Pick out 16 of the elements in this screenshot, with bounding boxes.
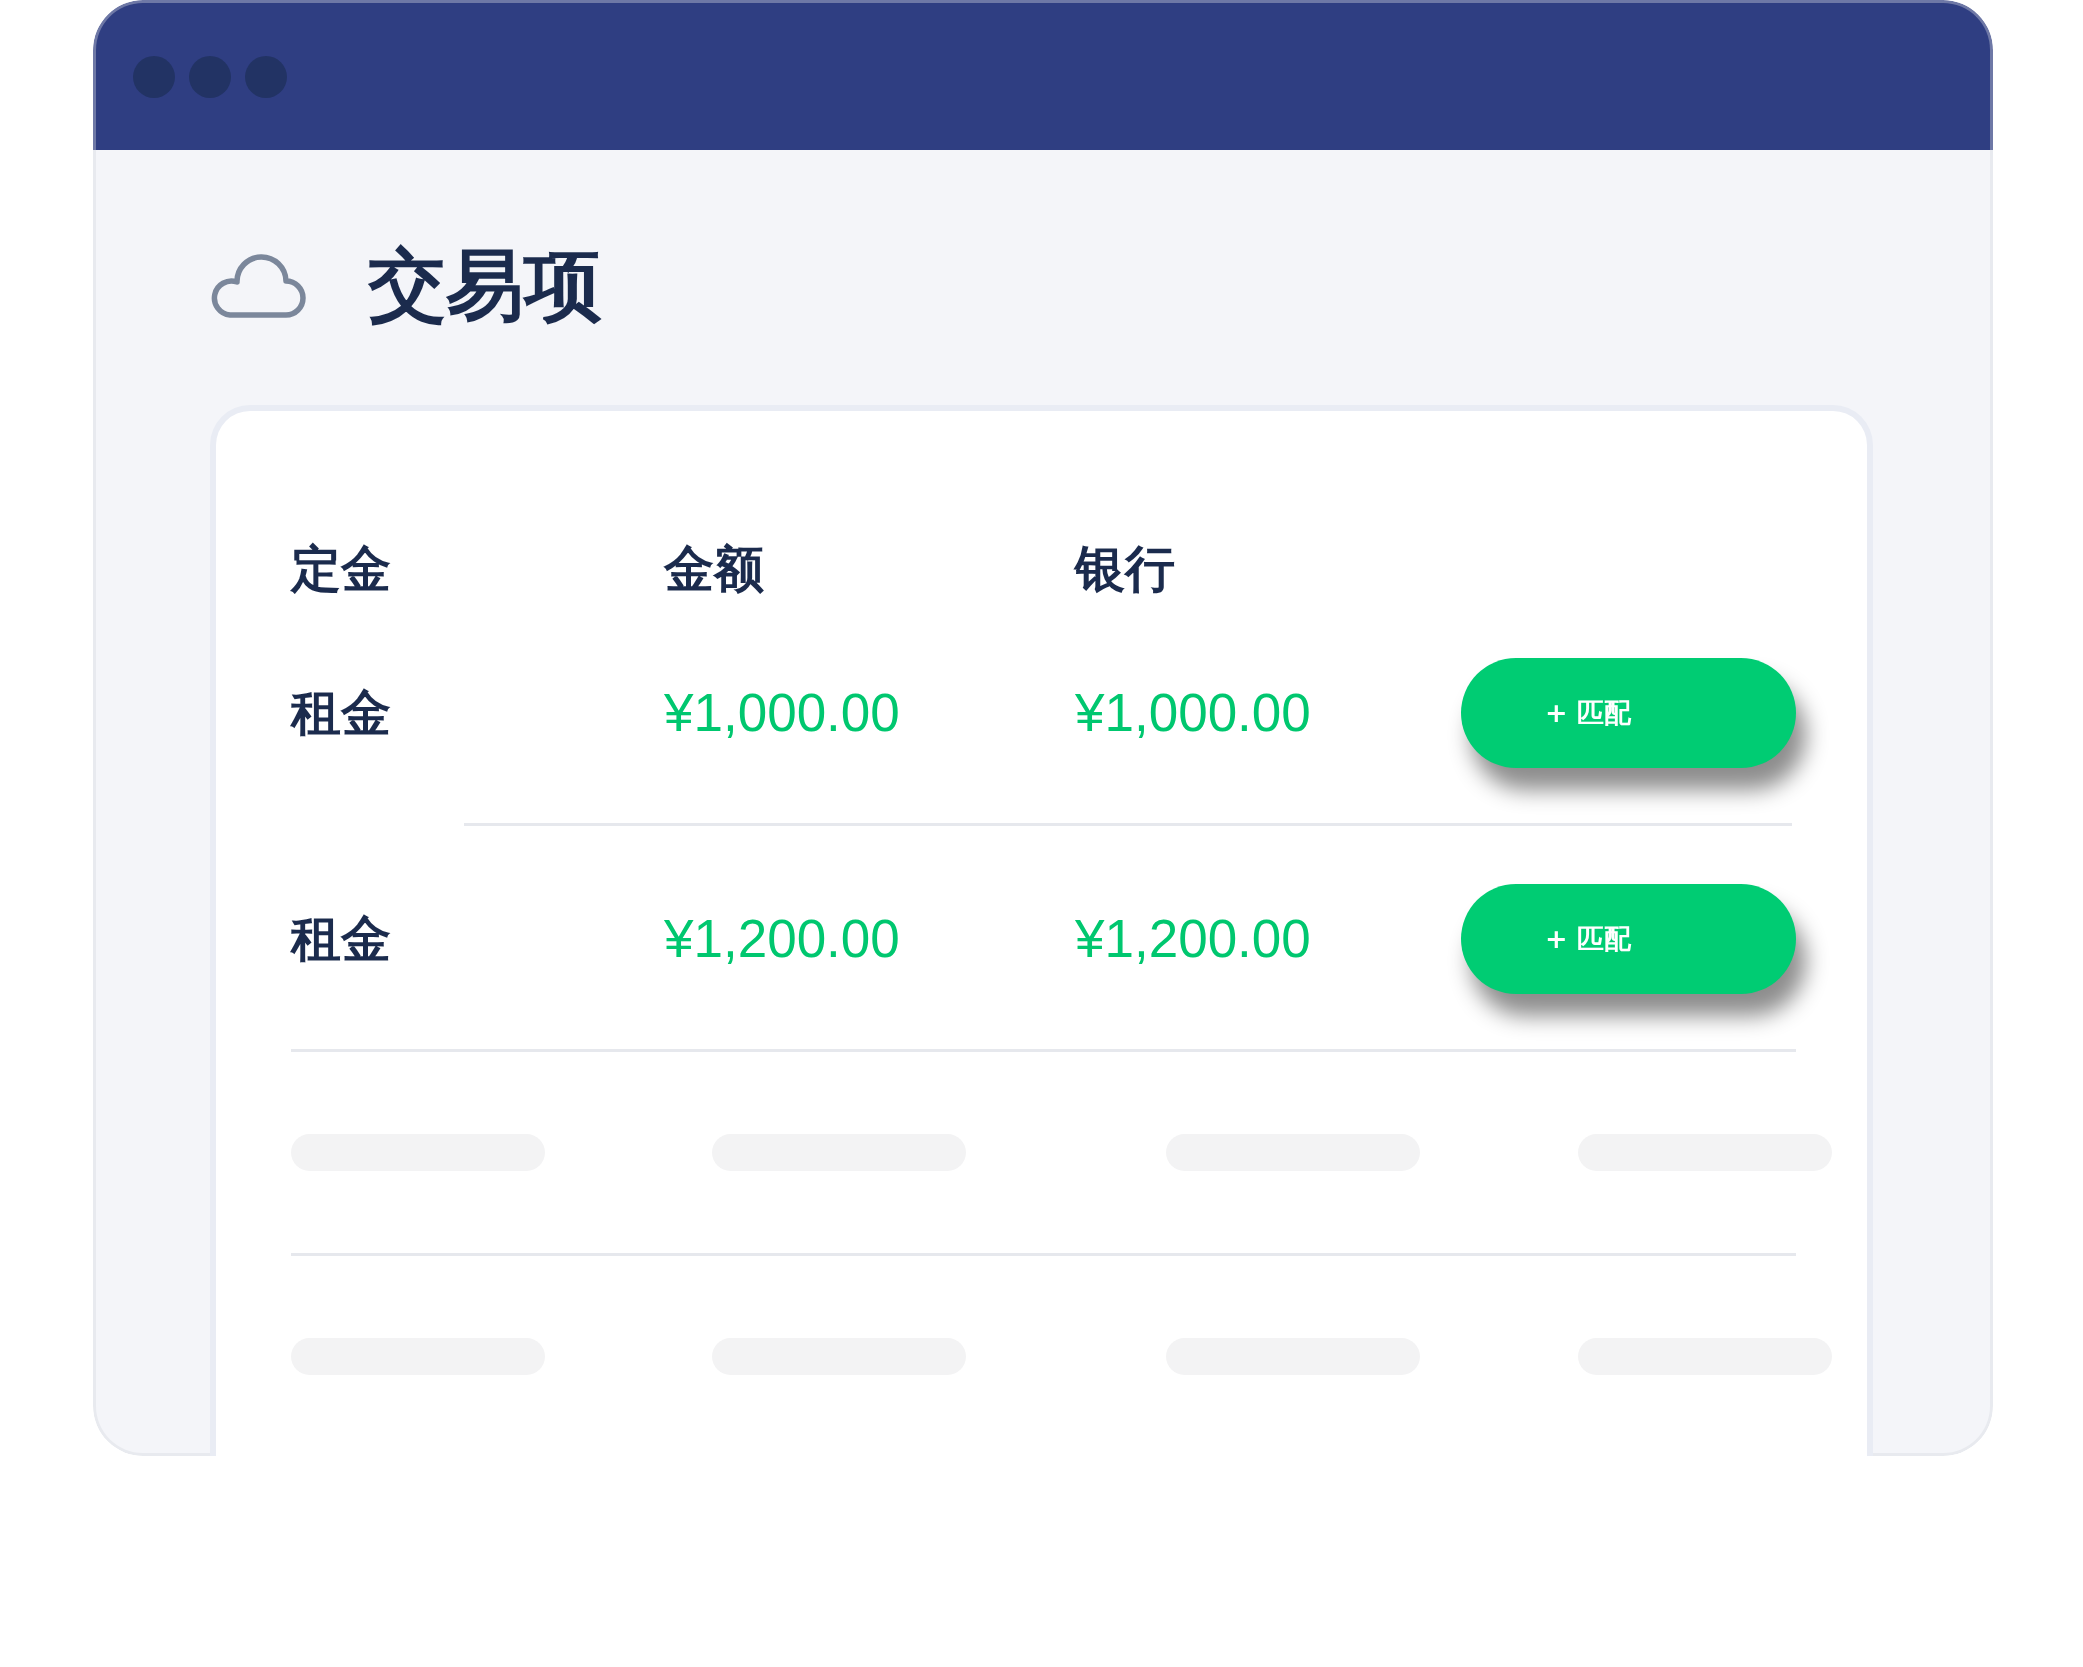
page-title: 交易项 xyxy=(368,243,602,327)
amount-cell: ¥1,000.00 xyxy=(664,682,900,744)
column-header: 定金 xyxy=(291,540,391,598)
cloud-icon xyxy=(210,252,306,318)
column-header: 银行 xyxy=(1075,540,1175,598)
match-button[interactable]: + 匹配 xyxy=(1461,884,1796,994)
window-control-icon[interactable] xyxy=(245,55,287,98)
window-control-icon[interactable] xyxy=(189,55,231,98)
amount-cell: ¥1,000.00 xyxy=(1075,682,1311,744)
column-header: 金额 xyxy=(664,540,764,598)
window-control-icon[interactable] xyxy=(133,55,175,98)
amount-cell: ¥1,200.00 xyxy=(1075,908,1311,970)
match-button[interactable]: + 匹配 xyxy=(1461,658,1796,768)
amount-cell: ¥1,200.00 xyxy=(664,908,900,970)
table-cell: 租金 xyxy=(291,683,391,743)
table-cell: 租金 xyxy=(291,909,391,969)
